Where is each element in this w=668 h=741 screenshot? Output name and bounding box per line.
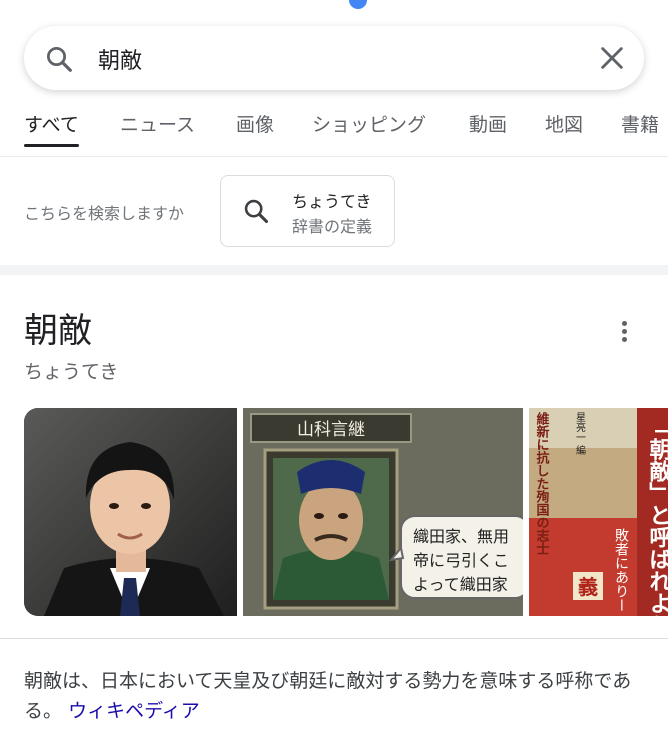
book-cover[interactable]: 「朝敵」と呼ばれようとも 維新に抗した殉国の志士 星亮一 編 義 敗者にありー [529, 408, 668, 616]
search-icon [244, 199, 269, 224]
tab-all[interactable]: すべて [24, 110, 79, 150]
book-title: 「朝敵」と呼ばれようとも [646, 416, 668, 616]
search-icon[interactable] [44, 44, 74, 74]
search-query-text[interactable]: 朝敵 [98, 43, 142, 75]
character-name-label: 山科言継 [297, 420, 365, 440]
portrait-photo[interactable] [24, 408, 237, 616]
game-character-portrait[interactable]: 山科言継 織田家、無用 帝に弓引くこ よって織田家 [243, 408, 523, 616]
game-portrait-illustration: 山科言継 織田家、無用 帝に弓引くこ よって織田家 [243, 408, 523, 616]
speech-line-2: 帝に弓引くこ [413, 551, 509, 570]
speech-line-1: 織田家、無用 [413, 527, 509, 546]
portrait-illustration [24, 408, 237, 616]
chip-subtitle: 辞書の定義 [292, 217, 373, 236]
did-you-mean-label: こちらを検索しますか [24, 204, 185, 223]
wikipedia-source-link[interactable]: ウィキペディア [68, 700, 200, 722]
tab-images[interactable]: 画像 [236, 110, 274, 150]
title-reading: ちょうてき [24, 361, 119, 383]
tab-videos[interactable]: 動画 [469, 110, 507, 150]
dictionary-suggestion-chip[interactable]: ちょうてき 辞書の定義 [220, 175, 395, 247]
section-separator [0, 265, 668, 275]
book-badge: 義 [578, 575, 598, 599]
page-title: 朝敵 [24, 311, 92, 351]
entity-description: 朝敵は、日本において天皇及び朝廷に敵対する勢力を意味する呼称である。 ウィキペデ… [24, 666, 644, 726]
close-icon[interactable] [598, 44, 626, 72]
tab-shopping[interactable]: ショッピング [312, 110, 426, 150]
book-author: 星亮一 編 [574, 412, 586, 455]
tab-news[interactable]: ニュース [120, 110, 195, 150]
more-options-icon[interactable] [612, 318, 636, 346]
book-cover-illustration: 「朝敵」と呼ばれようとも 維新に抗した殉国の志士 星亮一 編 義 敗者にありー [529, 408, 668, 616]
book-subtitle: 維新に抗した殉国の志士 [534, 411, 551, 555]
description-divider [0, 638, 668, 639]
speech-line-3: よって織田家 [413, 575, 508, 594]
book-tagline: 敗者にありー [613, 528, 629, 612]
image-carousel[interactable]: 山科言継 織田家、無用 帝に弓引くこ よって織田家 「朝敵」と呼ばれようとも 維… [24, 408, 668, 616]
tab-maps[interactable]: 地図 [545, 110, 583, 150]
search-tabs: すべて ニュース 画像 ショッピング 動画 地図 書籍 [0, 110, 668, 154]
search-bar[interactable]: 朝敵 [24, 26, 644, 90]
tab-books[interactable]: 書籍 [621, 110, 659, 150]
top-accent-dot [349, 0, 367, 9]
chip-reading: ちょうてき [292, 192, 372, 211]
tabs-divider [0, 156, 668, 157]
